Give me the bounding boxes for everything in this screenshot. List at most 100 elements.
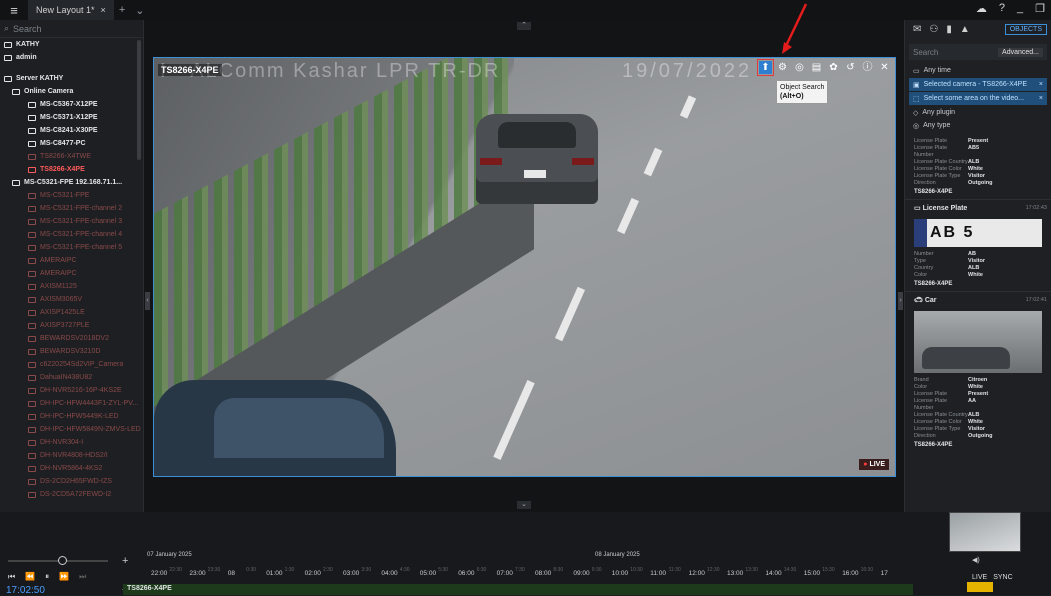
advanced-button[interactable]: Advanced...: [998, 47, 1043, 57]
tree-item[interactable]: DS-2CD5A72FEWD-I2: [0, 488, 143, 501]
timeline-thumbnail[interactable]: [949, 512, 1021, 552]
tree-item[interactable]: DH-IPC-HFW5449K-LED: [0, 410, 143, 423]
collapse-top-button[interactable]: ⌃: [517, 22, 531, 30]
remove-filter-icon[interactable]: ×: [1039, 95, 1043, 102]
tree-item[interactable]: MS-C5321-FPE-channel 2: [0, 202, 143, 215]
timeline-ruler[interactable]: 07 January 2025 08 January 2025 22:00 23:…: [143, 550, 913, 584]
tree-item[interactable]: AMERAIPC: [0, 267, 143, 280]
tree-item[interactable]: MS-C8241-X30PE: [0, 124, 143, 137]
live-button[interactable]: LIVE: [972, 574, 987, 581]
tree-item[interactable]: c6220254Sd2VIP_Camera: [0, 358, 143, 371]
tree-item[interactable]: DH-IPC-HFW4443F1-ZYL-PV...: [0, 397, 143, 410]
tree-item[interactable]: BEWARDSV2018DV2: [0, 332, 143, 345]
fast-forward-icon[interactable]: ⏩: [59, 572, 69, 582]
restore-button[interactable]: ❐: [1035, 2, 1045, 15]
add-tab-button[interactable]: +: [114, 4, 130, 16]
tree-item[interactable]: Online Camera: [0, 85, 143, 98]
tree-item[interactable]: DH-NVR304-I: [0, 436, 143, 449]
speed-slider[interactable]: [8, 556, 108, 565]
warning-icon[interactable]: ▲: [960, 24, 970, 35]
zoom-in-button[interactable]: +: [122, 555, 128, 567]
tree-item[interactable]: MS-C5321-FPE-channel 4: [0, 228, 143, 241]
ptz-icon[interactable]: ✿: [827, 61, 840, 74]
sync-button[interactable]: SYNC: [993, 574, 1012, 581]
tree-item[interactable]: MS-C5321-FPE-channel 5: [0, 241, 143, 254]
plate-image[interactable]: AB 5: [914, 219, 1042, 247]
bookmark-icon[interactable]: ▮: [946, 24, 952, 35]
filter-item[interactable]: ▣ Selected camera - TS8266-X4PE ×: [909, 78, 1047, 91]
detail-value: Present: [968, 138, 989, 144]
tree-item[interactable]: AXISP1425LE: [0, 306, 143, 319]
collapse-bottom-button[interactable]: ⌄: [517, 501, 531, 509]
tree-item[interactable]: TS8266-X4TWE: [0, 150, 143, 163]
pause-icon[interactable]: ⏸: [45, 572, 49, 582]
volume-icon[interactable]: ◀): [972, 556, 1051, 564]
tree-item[interactable]: Server KATHY: [0, 72, 143, 85]
chat-icon[interactable]: ✉: [913, 24, 921, 35]
tree-item[interactable]: BEWARDSV3210D: [0, 345, 143, 358]
right-panel-toggle[interactable]: ›: [898, 292, 903, 310]
tree-item[interactable]: admin: [0, 51, 143, 64]
license-plate-card-header[interactable]: ▭ License Plate 17:02:43: [905, 199, 1051, 215]
remove-filter-icon[interactable]: ×: [1039, 81, 1043, 88]
tree-item[interactable]: KATHY: [0, 38, 143, 51]
analytics-icon[interactable]: ⚙: [776, 61, 789, 74]
filter-label: Any type: [923, 122, 951, 129]
tab-close-icon[interactable]: ×: [101, 5, 106, 15]
timeline-hour-label: 22:00: [151, 570, 168, 577]
tree-item[interactable]: MS-C5321-FPE 192.168.71.1...: [0, 176, 143, 189]
objects-search-input[interactable]: Search Advanced...: [909, 44, 1047, 60]
car-card-header[interactable]: 🚗︎ Car 17:02:41: [905, 291, 1051, 307]
cloud-icon[interactable]: ☁: [976, 2, 987, 15]
tree-item[interactable]: TS8266-X4PE: [0, 163, 143, 176]
close-icon[interactable]: ✕: [878, 61, 891, 74]
tree-item[interactable]: DahuaIN438U82: [0, 371, 143, 384]
camera-track[interactable]: TS8266-X4PE: [123, 584, 913, 595]
tree-item[interactable]: AXISP3727PLE: [0, 319, 143, 332]
help-button[interactable]: ?: [999, 2, 1005, 15]
tree-item[interactable]: DH-NVR5216-16P-4KS2E: [0, 384, 143, 397]
tree-search[interactable]: ⌕ Search: [0, 20, 143, 38]
timeline-halfhour-label: 11:30: [668, 567, 681, 573]
tree-item[interactable]: DH-NVR5864-4KS2: [0, 462, 143, 475]
left-panel-toggle[interactable]: ‹: [145, 292, 150, 310]
skip-end-icon[interactable]: ⏭: [79, 572, 86, 582]
tree-item-label: AXISP3727PLE: [40, 322, 90, 329]
tree-item-label: MS-C5371-X12PE: [40, 114, 98, 121]
camera-icon[interactable]: ◎: [793, 61, 806, 74]
rewind-icon[interactable]: ⏪: [25, 572, 35, 582]
tree-item[interactable]: AXISM1125: [0, 280, 143, 293]
camera-icon: [28, 257, 36, 264]
timeline-marker[interactable]: [967, 582, 993, 592]
main-menu-icon[interactable]: ≡: [0, 3, 28, 18]
filter-item[interactable]: ⬚ Select some area on the video... ×: [909, 92, 1047, 105]
filter-item[interactable]: ◎ Any type: [905, 119, 1051, 132]
tree-item[interactable]: MS-C8477-PC: [0, 137, 143, 150]
filter-item[interactable]: ▭ Any time: [905, 64, 1051, 77]
camera-video-tile[interactable]: I - ALComm Kashar LPR TR-DR 19/07/2022 T…: [153, 57, 896, 477]
minimize-button[interactable]: _: [1017, 2, 1023, 15]
tab-objects[interactable]: OBJECTS: [1004, 23, 1047, 35]
car-image[interactable]: [914, 311, 1042, 373]
tab-new-layout[interactable]: New Layout 1* ×: [28, 0, 114, 20]
screenshot-icon[interactable]: ▤: [810, 61, 823, 74]
tree-item[interactable]: DH-IPC-HFW5849N-ZMVS-LED: [0, 423, 143, 436]
tree-scrollbar[interactable]: [137, 40, 141, 160]
tree-item[interactable]: MS-C5321-FPE: [0, 189, 143, 202]
people-icon[interactable]: ⚇: [929, 24, 938, 35]
tree-item[interactable]: AXISM3065V: [0, 293, 143, 306]
skip-start-icon[interactable]: ⏮: [8, 572, 15, 582]
speed-slider-knob[interactable]: [58, 556, 67, 565]
tree-item[interactable]: MS-C5371-X12PE: [0, 111, 143, 124]
info-icon[interactable]: ⓘ: [861, 61, 874, 74]
tree-item[interactable]: AMERAIPC: [0, 254, 143, 267]
tabs-dropdown-icon[interactable]: ⌄: [130, 4, 149, 17]
tree-item[interactable]: MS-C5321-FPE-channel 3: [0, 215, 143, 228]
object-search-icon[interactable]: ⬆: [757, 59, 774, 76]
tree-item[interactable]: DH-NVR4808-HDS2/I: [0, 449, 143, 462]
tree-item[interactable]: MS-C5367-X12PE: [0, 98, 143, 111]
resource-tree-panel: ⌕ Search KATHY admin Server KATHY Online Ca…: [0, 20, 144, 512]
rotate-icon[interactable]: ↺: [844, 61, 857, 74]
filter-item[interactable]: ◇ Any plugin: [905, 106, 1051, 119]
tree-item[interactable]: DS-2CD2H65FWD-IZS: [0, 475, 143, 488]
